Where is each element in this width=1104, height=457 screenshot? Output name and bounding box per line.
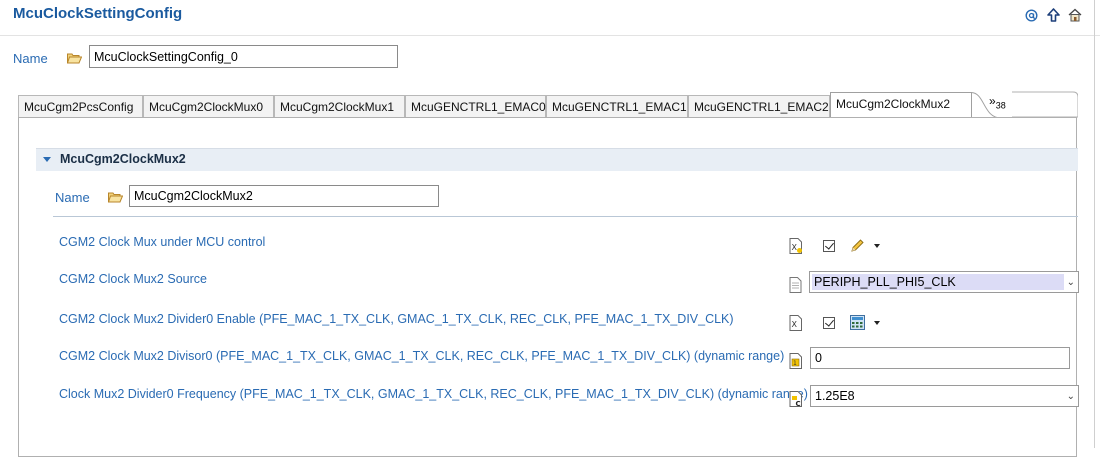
collapse-triangle-icon[interactable] — [43, 157, 51, 162]
tab-mcugenctrl1-emac0[interactable]: McuGENCTRL1_EMAC0 — [405, 95, 546, 117]
tab-overflow-button[interactable]: »38 — [989, 94, 1006, 110]
param-label: CGM2 Clock Mux2 Source — [59, 272, 207, 286]
chevron-down-icon[interactable]: ⌄ — [1067, 391, 1075, 402]
param-label: Clock Mux2 Divider0 Frequency (PFE_MAC_1… — [59, 387, 808, 401]
divisor0-input[interactable]: 0 — [810, 347, 1070, 369]
svg-text:1: 1 — [793, 360, 797, 367]
at-icon[interactable] — [1024, 8, 1038, 22]
open-folder-icon[interactable] — [66, 52, 83, 67]
pencil-icon[interactable] — [850, 238, 864, 254]
open-folder-icon[interactable] — [107, 191, 124, 206]
header-toolbar — [1024, 8, 1082, 22]
name-label: Name — [13, 51, 48, 66]
divisor0-value: 0 — [815, 351, 822, 365]
section-title: McuCgm2ClockMux2 — [60, 152, 186, 166]
editor-title: McuClockSettingConfig — [13, 5, 183, 22]
svg-text:X: X — [792, 320, 798, 329]
section-name-input[interactable]: McuCgm2ClockMux2 — [129, 185, 439, 207]
param-label: CGM2 Clock Mux2 Divisor0 (PFE_MAC_1_TX_C… — [59, 349, 785, 363]
tab-mcucgm2clockmux0[interactable]: McuCgm2ClockMux0 — [143, 95, 274, 117]
tab-mcugenctrl1-emac1[interactable]: McuGENCTRL1_EMAC1 — [546, 95, 688, 117]
divider0-frequency-value: 1.25E8 — [815, 389, 855, 403]
calculated-doc-icon: C — [789, 391, 803, 408]
section-header[interactable] — [36, 148, 1078, 171]
svg-text:C: C — [796, 400, 801, 407]
config-name-input[interactable]: McuClockSettingConfig_0 — [89, 45, 398, 68]
chevron-down-icon[interactable] — [874, 244, 880, 248]
section-divider — [53, 216, 1078, 217]
mux2-source-select[interactable]: PERIPH_PLL_PHI5_CLK ⌄ — [809, 271, 1079, 293]
chevron-down-icon[interactable] — [874, 321, 880, 325]
xpath-doc-icon: X — [789, 238, 803, 254]
up-arrow-icon[interactable] — [1046, 8, 1060, 22]
section-name-label: Name — [55, 190, 90, 205]
tab-mcucgm2pcsconfig[interactable]: McuCgm2PcsConfig — [18, 95, 143, 117]
mux-mcu-control-checkbox[interactable] — [823, 240, 835, 252]
tab-mcugenctrl1-emac2[interactable]: McuGENCTRL1_EMAC2 — [688, 95, 830, 117]
tabbar-outline — [1012, 91, 1078, 118]
divider0-enable-checkbox[interactable] — [823, 317, 835, 329]
numeric-doc-icon: 1 — [789, 353, 803, 369]
calculator-icon[interactable] — [850, 315, 865, 331]
param-label: CGM2 Clock Mux under MCU control — [59, 235, 266, 249]
chevron-down-icon[interactable]: ⌄ — [1067, 277, 1075, 288]
editor-right-border — [1094, 0, 1095, 448]
divider0-frequency-select[interactable]: 1.25E8 ⌄ — [810, 385, 1079, 407]
mux2-source-value: PERIPH_PLL_PHI5_CLK — [814, 275, 956, 289]
home-icon[interactable] — [1068, 8, 1082, 22]
chevron-double-right-icon: » — [989, 94, 996, 108]
param-label: CGM2 Clock Mux2 Divider0 Enable (PFE_MAC… — [59, 312, 734, 326]
xpath-doc-icon: X — [789, 315, 803, 331]
tab-overflow-count: 38 — [995, 100, 1006, 111]
tab-mcucgm2clockmux2[interactable]: McuCgm2ClockMux2 — [830, 92, 972, 118]
tab-bar: McuCgm2PcsConfig McuCgm2ClockMux0 McuCgm… — [18, 91, 1078, 119]
svg-text:X: X — [792, 243, 798, 252]
document-icon — [789, 277, 803, 293]
tab-mcucgm2clockmux1[interactable]: McuCgm2ClockMux1 — [274, 95, 405, 117]
header-divider — [0, 35, 1100, 36]
